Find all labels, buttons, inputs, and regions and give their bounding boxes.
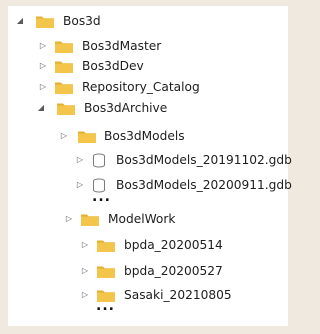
- more-items-ellipsis: ...: [92, 189, 111, 205]
- collapsed-arrow-icon[interactable]: ▷: [38, 56, 48, 76]
- tree-item-label: Bos3dDev: [82, 59, 144, 73]
- collapsed-arrow-icon[interactable]: ▷: [59, 126, 69, 146]
- tree-item-label: Repository_Catalog: [82, 80, 200, 94]
- tree-item-label: Bos3d: [63, 14, 101, 28]
- collapsed-arrow-icon[interactable]: ▷: [75, 150, 85, 170]
- tree-item-label: Bos3dModels_20191102.gdb: [116, 153, 292, 167]
- folder-icon: [80, 212, 100, 227]
- collapsed-arrow-icon[interactable]: ▷: [75, 175, 85, 195]
- tree-item-label: Bos3dMaster: [82, 39, 162, 53]
- collapsed-arrow-icon[interactable]: ▷: [80, 235, 90, 255]
- tree-item-label: bpda_20200514: [124, 238, 223, 252]
- folder-icon: [54, 80, 74, 95]
- more-items-ellipsis: ...: [96, 298, 115, 314]
- collapsed-arrow-icon[interactable]: ▷: [38, 77, 48, 97]
- expanded-arrow-icon[interactable]: ◢: [36, 98, 46, 118]
- geodatabase-icon: [92, 153, 106, 168]
- folder-icon: [96, 264, 116, 279]
- folder-icon: [96, 238, 116, 253]
- tree-item-label: bpda_20200527: [124, 264, 223, 278]
- tree-item-label: ModelWork: [108, 212, 176, 226]
- tree-item-label: Bos3dModels_20200911.gdb: [116, 178, 292, 192]
- folder-icon: [77, 129, 97, 144]
- collapsed-arrow-icon[interactable]: ▷: [38, 36, 48, 56]
- collapsed-arrow-icon[interactable]: ▷: [64, 209, 74, 229]
- folder-icon: [54, 59, 74, 74]
- collapsed-arrow-icon[interactable]: ▷: [80, 261, 90, 281]
- folder-icon: [56, 101, 76, 116]
- collapsed-arrow-icon[interactable]: ▷: [80, 285, 90, 305]
- folder-icon: [54, 39, 74, 54]
- folder-icon: [35, 14, 55, 29]
- tree-item-label: Bos3dModels: [104, 129, 185, 143]
- catalog-tree-panel: ◢ Bos3d ▷ Bos3dMaster ▷ Bos3dDev ▷ Repos…: [8, 6, 292, 326]
- tree-item-label: Sasaki_20210805: [124, 288, 232, 302]
- expanded-arrow-icon[interactable]: ◢: [15, 11, 25, 31]
- tree-item-label: Bos3dArchive: [84, 101, 168, 115]
